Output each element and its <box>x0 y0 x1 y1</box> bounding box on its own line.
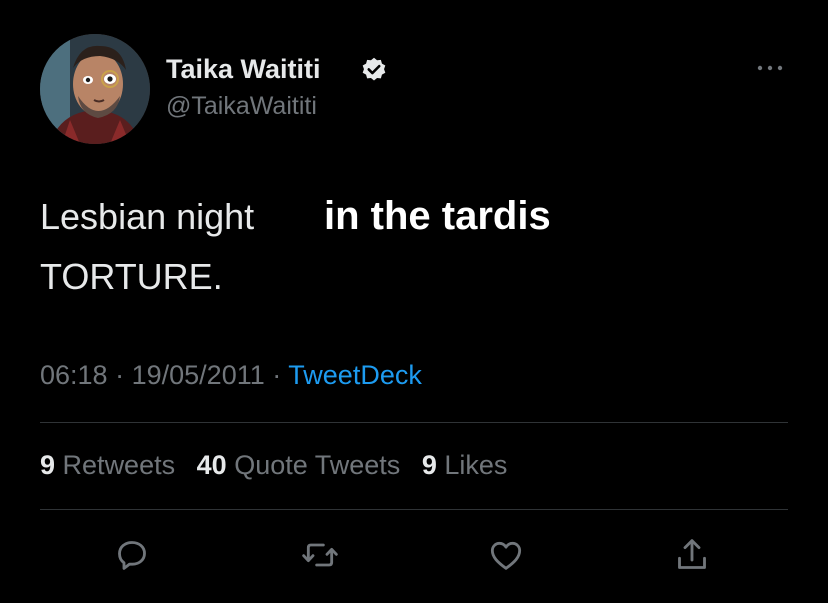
reply-icon <box>118 541 146 570</box>
like-button[interactable] <box>486 535 526 575</box>
likes-stat[interactable]: 9 Likes <box>422 450 508 480</box>
share-button[interactable] <box>672 535 712 575</box>
like-icon <box>490 541 522 570</box>
tweet-card: Taika Waititi @TaikaWaititi Lesbian nigh… <box>0 0 828 603</box>
quotes-count: 40 <box>196 450 227 480</box>
reply-button[interactable] <box>112 535 152 575</box>
likes-label: Likes <box>444 450 508 480</box>
meta-separator: · <box>115 360 125 390</box>
divider <box>40 509 788 510</box>
tweet-source-link[interactable]: TweetDeck <box>288 360 422 390</box>
likes-count: 9 <box>421 450 437 480</box>
verified-badge-icon <box>362 57 386 81</box>
retweets-stat[interactable]: 9 Retweets <box>40 450 175 480</box>
display-name[interactable]: Taika Waititi <box>166 54 321 85</box>
retweets-label: Retweets <box>62 450 176 480</box>
quotes-label: Quote Tweets <box>234 450 401 480</box>
user-handle[interactable]: @TaikaWaititi <box>166 92 317 121</box>
avatar-photo-icon <box>40 34 150 144</box>
tweet-stats: 9 Retweets 40 Quote Tweets 9 Likes <box>40 450 521 481</box>
tweet-date[interactable]: 19/05/2011 <box>132 360 265 390</box>
tweet-text-overlay: in the tardis <box>324 194 551 238</box>
more-options-icon[interactable] <box>752 58 788 78</box>
tweet-meta: 06:18 · 19/05/2011 · TweetDeck <box>40 360 422 391</box>
quotes-stat[interactable]: 40 Quote Tweets <box>197 450 401 480</box>
tweet-text-line1: Lesbian night <box>40 196 255 237</box>
divider <box>40 422 788 423</box>
avatar[interactable] <box>40 34 150 144</box>
retweet-button[interactable] <box>300 535 340 575</box>
share-icon <box>678 539 706 569</box>
tweet-text-line2: TORTURE. <box>40 256 223 297</box>
retweet-icon <box>302 543 338 567</box>
meta-separator: · <box>272 360 282 390</box>
retweets-count: 9 <box>40 450 56 480</box>
tweet-time[interactable]: 06:18 <box>40 360 108 390</box>
